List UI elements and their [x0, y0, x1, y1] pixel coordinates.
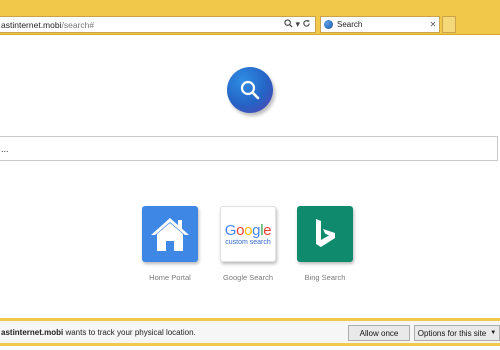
- site-options-label: Options for this site: [417, 328, 487, 338]
- tab-search[interactable]: Search ✕: [320, 16, 440, 33]
- bing-icon: [316, 219, 335, 247]
- new-tab-button[interactable]: [442, 16, 456, 33]
- tile-label-google[interactable]: Google Search: [208, 273, 288, 282]
- search-input[interactable]: [0, 137, 497, 160]
- allow-once-label: Allow once: [359, 328, 399, 338]
- address-url[interactable]: astinternet.mobi/search#: [0, 20, 284, 30]
- google-logo: Google: [224, 221, 272, 239]
- search-box[interactable]: [0, 136, 498, 161]
- browser-toolbar: astinternet.mobi/search# ▾ Search ✕: [0, 0, 500, 35]
- google-search-tile[interactable]: Google custom search: [220, 206, 276, 262]
- close-icon[interactable]: ✕: [427, 20, 439, 29]
- refresh-icon[interactable]: [302, 19, 311, 30]
- notification-site: astinternet.mobi: [1, 327, 64, 337]
- tile-label-home[interactable]: Home Portal: [130, 273, 210, 282]
- site-options-button[interactable]: Options for this site ▼: [414, 325, 500, 341]
- tile-label-bing[interactable]: Bing Search: [285, 273, 365, 282]
- bing-search-tile[interactable]: [297, 206, 353, 262]
- address-path: /search#: [61, 19, 95, 30]
- search-logo-icon: [227, 67, 273, 113]
- search-icon[interactable]: [284, 19, 293, 30]
- home-icon: [151, 218, 189, 251]
- google-logo-sub: custom search: [225, 238, 271, 246]
- address-host: astinternet.mobi: [1, 19, 62, 30]
- chevron-down-icon: ▼: [490, 330, 497, 336]
- notification-text: wants to track your physical location.: [63, 327, 196, 337]
- address-bar[interactable]: astinternet.mobi/search# ▾: [0, 16, 316, 33]
- allow-once-button[interactable]: Allow once: [348, 325, 410, 341]
- home-portal-tile[interactable]: [142, 206, 198, 262]
- tab-title: Search: [337, 20, 363, 29]
- location-notification-bar: astinternet.mobi wants to track your phy…: [0, 318, 500, 346]
- chevron-down-icon[interactable]: ▾: [295, 20, 300, 29]
- globe-icon: [324, 20, 333, 29]
